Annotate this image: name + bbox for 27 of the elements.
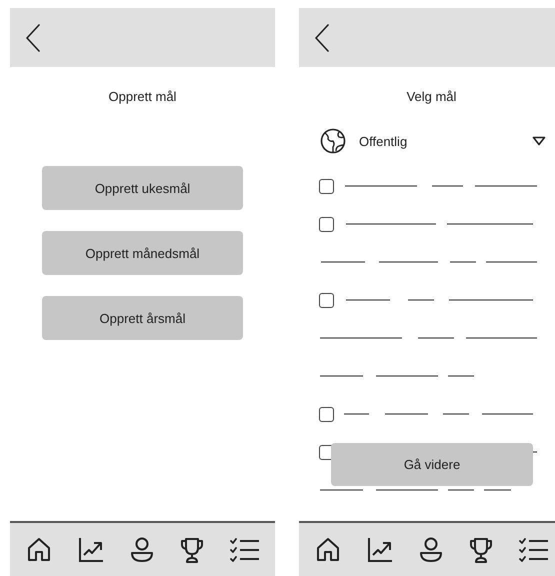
checklist-icon[interactable]	[519, 536, 549, 562]
dropdown-triangle-icon[interactable]	[532, 136, 546, 146]
create-goal-button[interactable]: Opprett månedsmål	[42, 231, 243, 275]
back-button[interactable]	[25, 24, 41, 52]
user-icon[interactable]	[130, 536, 154, 562]
screen-title: Velg mål	[406, 88, 458, 106]
create-goal-button[interactable]: Opprett ukesmål	[42, 166, 243, 210]
goal-checkbox[interactable]	[319, 292, 334, 308]
visibility-dropdown-value[interactable]: Offentlig	[359, 134, 532, 148]
user-icon[interactable]	[419, 536, 443, 562]
back-button[interactable]	[314, 24, 330, 52]
trend-chart-icon[interactable]	[367, 536, 393, 562]
screen-title: Opprett mål	[108, 88, 178, 106]
goal-checkbox[interactable]	[319, 178, 334, 194]
home-icon[interactable]	[315, 536, 341, 562]
trophy-icon[interactable]	[469, 536, 493, 562]
create-goal-button[interactable]: Opprett årsmål	[42, 296, 243, 340]
checklist-icon[interactable]	[230, 536, 260, 562]
trophy-icon[interactable]	[180, 536, 204, 562]
goal-checkbox[interactable]	[319, 216, 334, 232]
trend-chart-icon[interactable]	[78, 536, 104, 562]
goal-checkbox[interactable]	[319, 406, 334, 422]
globe-icon	[320, 128, 346, 154]
chevron-left-icon	[25, 24, 41, 52]
chevron-left-icon	[314, 24, 330, 52]
home-icon[interactable]	[26, 536, 52, 562]
continue-button[interactable]: Gå videre	[331, 443, 533, 486]
